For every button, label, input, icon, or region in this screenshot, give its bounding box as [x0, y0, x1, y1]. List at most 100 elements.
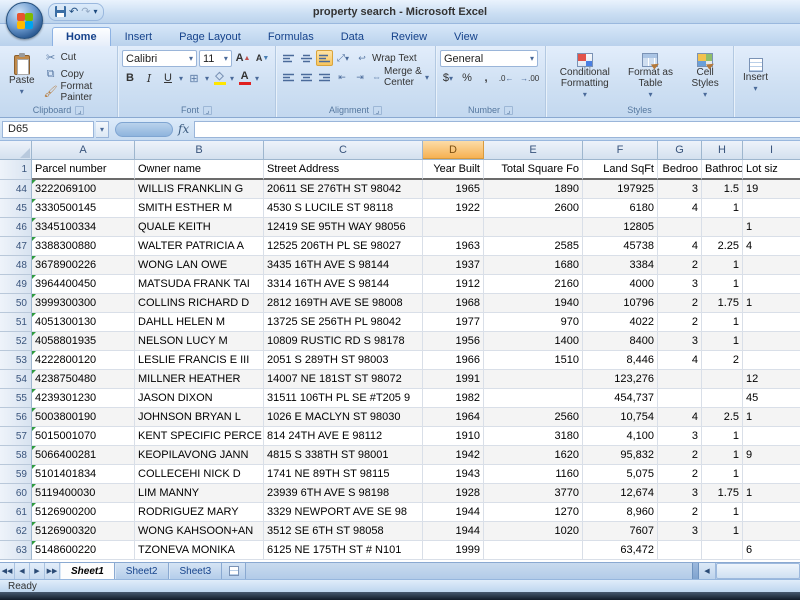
- cell[interactable]: 2812 169TH AVE SE 98008: [264, 294, 423, 313]
- cell[interactable]: 19: [743, 180, 800, 199]
- cell[interactable]: Year Built: [423, 160, 484, 180]
- cell[interactable]: 8,446: [583, 351, 658, 370]
- cell[interactable]: 1020: [484, 522, 583, 541]
- cell[interactable]: 1: [743, 484, 800, 503]
- cell[interactable]: [658, 541, 702, 560]
- accounting-format-button[interactable]: $▾: [440, 70, 456, 86]
- cell[interactable]: [743, 465, 800, 484]
- cell[interactable]: 1928: [423, 484, 484, 503]
- cell[interactable]: 4815 S 338TH ST 98001: [264, 446, 423, 465]
- cell[interactable]: 1026 E MACLYN ST 98030: [264, 408, 423, 427]
- cell[interactable]: 3: [658, 484, 702, 503]
- cell[interactable]: 1968: [423, 294, 484, 313]
- cell[interactable]: [484, 389, 583, 408]
- cell[interactable]: 3: [658, 427, 702, 446]
- cell[interactable]: 1956: [423, 332, 484, 351]
- cell[interactable]: [743, 199, 800, 218]
- cell[interactable]: 3345100334: [32, 218, 135, 237]
- cell[interactable]: 23939 6TH AVE S 98198: [264, 484, 423, 503]
- tab-data[interactable]: Data: [328, 28, 377, 46]
- cell[interactable]: 2: [658, 446, 702, 465]
- qat-customize-dropdown[interactable]: ▾: [93, 5, 97, 19]
- cell[interactable]: 9: [743, 446, 800, 465]
- cell[interactable]: 3384: [583, 256, 658, 275]
- row-header[interactable]: 44: [0, 180, 32, 199]
- cell[interactable]: 970: [484, 313, 583, 332]
- undo-button[interactable]: ↶: [69, 5, 78, 19]
- cell[interactable]: [702, 389, 743, 408]
- select-all-corner[interactable]: [0, 141, 32, 159]
- cell[interactable]: 3512 SE 6TH ST 98058: [264, 522, 423, 541]
- column-header-d-selected[interactable]: D: [423, 141, 484, 159]
- column-header-a[interactable]: A: [32, 141, 135, 159]
- conditional-formatting-button[interactable]: Conditional Formatting ▾: [551, 49, 619, 103]
- cell[interactable]: 20611 SE 276TH ST 98042: [264, 180, 423, 199]
- cell[interactable]: [743, 256, 800, 275]
- cell[interactable]: 3: [658, 275, 702, 294]
- cell[interactable]: 63,472: [583, 541, 658, 560]
- align-bottom-button[interactable]: [316, 50, 333, 66]
- cell[interactable]: 4: [743, 237, 800, 256]
- underline-dropdown[interactable]: ▾: [179, 74, 183, 83]
- cell[interactable]: [702, 541, 743, 560]
- tab-split-handle[interactable]: [692, 563, 699, 579]
- row-header[interactable]: 56: [0, 408, 32, 427]
- fill-color-dropdown[interactable]: ▾: [230, 74, 234, 83]
- hscroll-left-button[interactable]: ◀: [699, 563, 716, 579]
- increase-indent-button[interactable]: ⇥: [352, 69, 368, 85]
- borders-button[interactable]: ⊞: [186, 70, 202, 86]
- cell[interactable]: 1: [702, 275, 743, 294]
- cell[interactable]: 5148600220: [32, 541, 135, 560]
- cell[interactable]: 3314 16TH AVE S 98144: [264, 275, 423, 294]
- cell[interactable]: 12,674: [583, 484, 658, 503]
- underline-button[interactable]: U: [160, 70, 176, 86]
- borders-dropdown[interactable]: ▾: [205, 74, 209, 83]
- cell[interactable]: 3222069100: [32, 180, 135, 199]
- column-header-c[interactable]: C: [264, 141, 423, 159]
- cell[interactable]: 1680: [484, 256, 583, 275]
- cell[interactable]: 1: [702, 427, 743, 446]
- cell[interactable]: 1270: [484, 503, 583, 522]
- cell[interactable]: 1942: [423, 446, 484, 465]
- cell[interactable]: 4530 S LUCILE ST 98118: [264, 199, 423, 218]
- orientation-button[interactable]: ⤢▾: [335, 50, 351, 66]
- cell[interactable]: [702, 370, 743, 389]
- column-header-i[interactable]: I: [743, 141, 800, 159]
- first-sheet-button[interactable]: ◀◀: [0, 563, 15, 579]
- cell[interactable]: 2160: [484, 275, 583, 294]
- office-button[interactable]: [6, 2, 43, 39]
- align-left-button[interactable]: [280, 69, 296, 85]
- sheet-tab-sheet2[interactable]: Sheet2: [115, 563, 169, 579]
- cell[interactable]: 1937: [423, 256, 484, 275]
- cell[interactable]: 5119400030: [32, 484, 135, 503]
- cell[interactable]: 1922: [423, 199, 484, 218]
- insert-function-button[interactable]: fx: [178, 122, 189, 136]
- wrap-text-button[interactable]: ↩ Wrap Text: [353, 51, 419, 66]
- cell[interactable]: Parcel number: [32, 160, 135, 180]
- tab-home[interactable]: Home: [52, 27, 111, 46]
- cell[interactable]: 1.75: [702, 484, 743, 503]
- cell[interactable]: 4,100: [583, 427, 658, 446]
- cell[interactable]: 8,960: [583, 503, 658, 522]
- row-header[interactable]: 54: [0, 370, 32, 389]
- cell[interactable]: 1964: [423, 408, 484, 427]
- cell[interactable]: 12805: [583, 218, 658, 237]
- name-box-dropdown[interactable]: ▾: [96, 121, 109, 138]
- cell[interactable]: 4: [658, 237, 702, 256]
- cell[interactable]: MILLNER HEATHER: [135, 370, 264, 389]
- number-dialog-launcher[interactable]: ⌟: [504, 106, 513, 115]
- cell[interactable]: 454,737: [583, 389, 658, 408]
- cell[interactable]: KEOPILAVONG JANN: [135, 446, 264, 465]
- cell[interactable]: NELSON LUCY M: [135, 332, 264, 351]
- decrease-decimal-button[interactable]: →.00: [518, 70, 541, 86]
- row-header[interactable]: 48: [0, 256, 32, 275]
- decrease-indent-button[interactable]: ⇤: [334, 69, 350, 85]
- increase-decimal-button[interactable]: .0←: [497, 70, 515, 86]
- cell[interactable]: 1.75: [702, 294, 743, 313]
- column-header-e[interactable]: E: [484, 141, 583, 159]
- shrink-font-button[interactable]: A▼: [254, 50, 271, 66]
- cell[interactable]: 4: [658, 199, 702, 218]
- format-as-table-button[interactable]: Format as Table ▾: [622, 49, 678, 103]
- column-header-g[interactable]: G: [658, 141, 702, 159]
- row-header[interactable]: 49: [0, 275, 32, 294]
